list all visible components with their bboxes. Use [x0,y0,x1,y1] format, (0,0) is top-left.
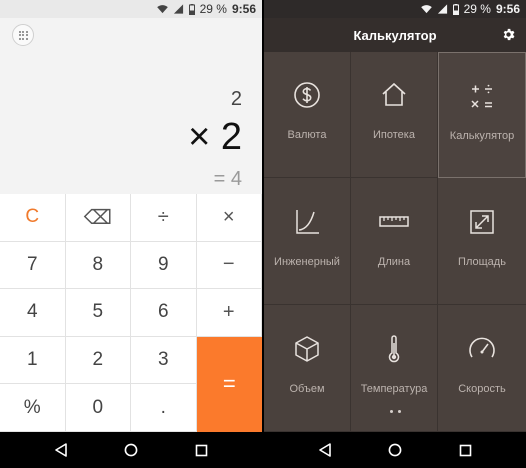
grid-dots-icon [18,30,28,40]
menu-item-label: Валюта [287,129,327,141]
calculator-ops-icon [467,84,497,116]
menu-item-ruler[interactable]: Длина [351,178,438,305]
back-icon[interactable] [318,443,332,457]
page-indicator [264,410,526,413]
digit-9-key[interactable]: 9 [131,241,197,290]
digit-3-key[interactable]: 3 [131,336,197,385]
plus-key[interactable]: + [196,289,262,337]
menu-item-function-curve[interactable]: Инженерный [264,178,351,305]
equals-key[interactable]: = [196,336,262,432]
nav-bar [264,432,526,468]
wifi-icon [420,5,432,14]
digit-5-key[interactable]: 5 [65,289,131,337]
converter-menu-screen: 29 % 9:56 Калькулятор Валюта Ипотека Кальк… [264,0,526,468]
multiply-key[interactable]: × [196,194,262,242]
menu-item-label: Площадь [458,255,506,268]
menu-item-label: Температура [360,382,428,395]
wifi-icon [156,5,168,14]
battery-icon [452,3,459,15]
percent-key[interactable]: % [0,384,66,432]
calculator-screen: 29 % 9:56 2 × 2 = 4 C ⌫ ÷ × 7 8 9−4 5 6 +1 2 3 =% 0. [0,0,262,468]
current-expression: × 2 [188,116,242,158]
clock: 9:56 [495,2,520,16]
app-title: Калькулятор [353,27,437,43]
gear-icon[interactable] [501,27,516,42]
decimal-key[interactable]: . [131,384,197,432]
currency-icon [292,82,322,115]
digit-4-key[interactable]: 4 [0,289,66,337]
menu-item-house[interactable]: Ипотека [351,52,438,178]
signal-icon [173,4,183,14]
cube-icon [292,335,322,369]
nav-bar [0,432,262,468]
menu-item-calculator-ops[interactable]: Калькулятор [438,52,526,178]
result-preview: = 4 [213,168,242,190]
menu-item-label: Скорость [458,382,506,395]
home-icon[interactable] [124,443,138,457]
menu-item-label: Длина [377,255,411,268]
digit-0-key[interactable]: 0 [65,384,131,432]
status-bar: 29 % 9:56 [264,0,526,18]
converter-grid: Валюта Ипотека Калькулятор Инженерный Длина П… [264,52,526,432]
app-bar: Калькулятор [264,18,526,52]
status-bar: 29 % 9:56 [0,0,262,18]
menu-item-currency[interactable]: Валюта [264,52,351,178]
function-curve-icon [292,209,322,242]
recent-apps-icon[interactable] [459,444,472,457]
digit-2-key[interactable]: 2 [65,336,131,385]
home-icon[interactable] [388,443,402,457]
calculator-display: 2 × 2 = 4 [0,18,262,194]
signal-icon [437,4,447,14]
house-icon [379,82,409,115]
thermometer-icon [379,334,409,369]
backspace-key[interactable]: ⌫ [65,194,131,242]
expand-square-icon [467,209,497,242]
menu-item-label: Ипотека [373,129,415,141]
clear-key[interactable]: C [0,194,66,242]
back-icon[interactable] [54,443,68,457]
menu-item-label: Калькулятор [449,129,515,142]
battery-percent: 29 % [463,2,491,16]
digit-6-key[interactable]: 6 [131,289,197,337]
digit-1-key[interactable]: 1 [0,336,66,385]
digit-8-key[interactable]: 8 [65,241,131,290]
ruler-icon [379,215,409,242]
keypad: C ⌫ ÷ × 7 8 9− 4 5 6 +1 2 3 =% 0. [0,194,262,432]
battery-icon [188,3,195,15]
menu-item-label: Объем [289,382,325,395]
recent-apps-icon[interactable] [195,444,208,457]
divide-key[interactable]: ÷ [131,194,197,242]
minus-key[interactable]: − [196,241,262,290]
grid-menu-button[interactable] [12,24,34,46]
speedometer-icon [467,337,497,369]
menu-item-label: Инженерный [274,255,340,268]
clock: 9:56 [231,2,256,16]
previous-value: 2 [230,88,242,110]
battery-percent: 29 % [199,2,227,16]
digit-7-key[interactable]: 7 [0,241,66,290]
menu-item-expand-square[interactable]: Площадь [438,178,526,305]
